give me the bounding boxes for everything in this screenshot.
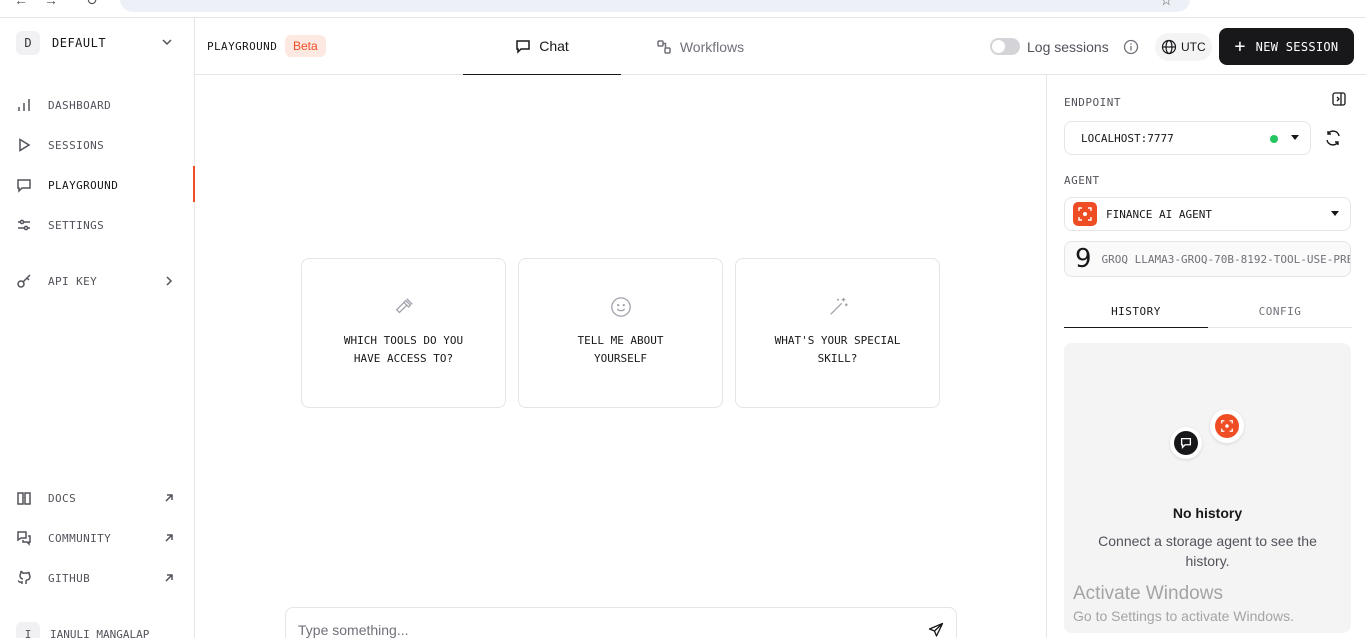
endpoint-label: ENDPOINT xyxy=(1064,96,1121,109)
model-field: 9 GROQ LLAMA3-GROQ-70B-8192-TOOL-USE-PRE… xyxy=(1064,241,1351,277)
message-input[interactable] xyxy=(298,622,898,638)
chat-avatar xyxy=(1170,427,1202,459)
agent-label: AGENT xyxy=(1064,174,1100,187)
panel-collapse-icon[interactable] xyxy=(1331,91,1347,107)
tab-workflows-label: Workflows xyxy=(679,38,745,55)
sidebar-link-docs[interactable]: DOCS xyxy=(16,486,181,510)
key-icon xyxy=(17,274,31,288)
agent-value: FINANCE AI AGENT xyxy=(1106,207,1212,221)
sidebar-item-label: SETTINGS xyxy=(48,218,105,232)
back-icon[interactable]: ← xyxy=(14,0,28,8)
settings-panel: ENDPOINT LOCALHOST:7777 AGENT FINANCE AI… xyxy=(1046,75,1366,638)
send-icon[interactable] xyxy=(928,622,944,638)
timezone-selector[interactable]: UTC xyxy=(1155,33,1212,61)
messages-icon xyxy=(17,531,31,546)
workspace-selector[interactable]: D DEFAULT xyxy=(16,31,181,55)
sidebar-item-label: SESSIONS xyxy=(48,138,105,152)
address-bar[interactable] xyxy=(120,0,1190,12)
tab-history[interactable]: HISTORY xyxy=(1064,295,1208,328)
endpoint-value: LOCALHOST:7777 xyxy=(1081,131,1174,145)
sidebar-item-api-key[interactable]: API KEY xyxy=(16,269,181,293)
chat-bubble-icon xyxy=(516,40,530,54)
endpoint-select[interactable]: LOCALHOST:7777 xyxy=(1064,121,1311,155)
caret-down-icon xyxy=(1331,211,1339,216)
suggestion-card[interactable]: TELL ME ABOUT YOURSELF xyxy=(518,258,723,408)
workspace-name: DEFAULT xyxy=(52,36,107,50)
workspace-avatar: D xyxy=(16,31,40,55)
sidebar-link-github[interactable]: GITHUB xyxy=(16,566,181,590)
sidebar-item-label: DASHBOARD xyxy=(48,98,112,112)
forward-icon[interactable]: → xyxy=(44,0,58,8)
log-sessions-label: Log sessions xyxy=(1027,39,1109,55)
external-arrow-icon xyxy=(165,534,173,542)
bar-chart-icon xyxy=(18,99,30,111)
sidebar-link-label: GITHUB xyxy=(48,571,91,585)
chevron-right-icon xyxy=(166,276,173,286)
agent-avatar xyxy=(1210,409,1244,443)
status-dot xyxy=(1270,135,1278,143)
new-session-button[interactable]: + NEW SESSION xyxy=(1219,28,1354,65)
user-menu[interactable]: I IANULI MANGALAP xyxy=(16,622,181,638)
chat-icon xyxy=(1180,437,1192,449)
hammer-icon xyxy=(395,298,413,314)
agent-icon xyxy=(1221,420,1233,432)
suggestion-card[interactable]: WHICH TOOLS DO YOU HAVE ACCESS TO? xyxy=(301,258,506,408)
agent-icon xyxy=(1073,202,1097,226)
empty-state-title: No history xyxy=(1172,505,1243,521)
play-icon xyxy=(19,138,31,152)
chat-area: WHICH TOOLS DO YOU HAVE ACCESS TO? TELL … xyxy=(195,75,1046,638)
refresh-icon[interactable] xyxy=(1324,129,1342,147)
browser-toolbar: ← → ↻ ☆ xyxy=(0,0,1366,18)
empty-state-description: Connect a storage agent to see the histo… xyxy=(1098,533,1317,569)
bookmark-star-icon[interactable]: ☆ xyxy=(1160,0,1173,9)
sidebar-item-sessions[interactable]: SESSIONS xyxy=(16,133,181,157)
new-session-label: NEW SESSION xyxy=(1255,39,1339,54)
suggestion-label: WHICH TOOLS DO YOU HAVE ACCESS TO? xyxy=(343,334,464,365)
message-square-icon xyxy=(17,179,31,193)
user-avatar: I xyxy=(16,622,40,638)
suggestion-label: WHAT'S YOUR SPECIAL SKILL? xyxy=(774,334,901,365)
log-sessions-toggle[interactable] xyxy=(990,38,1020,55)
sidebar-item-settings[interactable]: SETTINGS xyxy=(16,213,181,237)
sidebar-link-community[interactable]: COMMUNITY xyxy=(16,526,181,550)
tab-config[interactable]: CONFIG xyxy=(1208,295,1352,328)
sidebar-item-label: PLAYGROUND xyxy=(48,178,119,192)
magic-wand-icon xyxy=(829,297,848,315)
caret-down-icon xyxy=(1291,135,1299,140)
github-icon xyxy=(17,570,31,584)
chevron-down-icon xyxy=(162,39,172,46)
info-icon[interactable] xyxy=(1123,39,1139,55)
workflow-icon xyxy=(657,39,671,54)
activation-watermark-subtitle: Go to Settings to activate Windows. xyxy=(1073,608,1294,624)
agent-select[interactable]: FINANCE AI AGENT xyxy=(1064,197,1351,231)
smile-icon xyxy=(610,297,631,317)
sidebar-link-label: COMMUNITY xyxy=(48,531,112,545)
tab-chat[interactable]: Chat xyxy=(463,18,621,75)
book-icon xyxy=(17,492,31,505)
tab-chat-label: Chat xyxy=(539,38,569,54)
model-value: GROQ LLAMA3-GROQ-70B-8192-TOOL-USE-PREVI… xyxy=(1101,252,1350,266)
suggestion-label: TELL ME ABOUT YOURSELF xyxy=(577,334,664,365)
sidebar: D DEFAULT DASHBOARD SESSIONS PLAYGROUND … xyxy=(0,18,195,638)
reload-icon[interactable]: ↻ xyxy=(86,0,98,9)
sidebar-link-label: DOCS xyxy=(48,491,77,505)
sliders-icon xyxy=(18,219,30,231)
sidebar-item-dashboard[interactable]: DASHBOARD xyxy=(16,93,181,117)
plus-icon: + xyxy=(1234,35,1246,57)
user-name: IANULI MANGALAP xyxy=(50,627,150,638)
sidebar-item-playground[interactable]: PLAYGROUND xyxy=(16,173,181,197)
beta-badge: Beta xyxy=(285,35,326,57)
timezone-label: UTC xyxy=(1181,40,1206,54)
tab-workflows[interactable]: Workflows xyxy=(621,18,779,75)
page-title: PLAYGROUND xyxy=(207,40,278,53)
sidebar-item-label: API KEY xyxy=(48,274,98,288)
top-header: PLAYGROUND Beta Chat Workflows Log sessi… xyxy=(195,18,1366,75)
groq-logo-icon: 9 xyxy=(1075,244,1092,274)
globe-icon xyxy=(1161,39,1177,55)
suggestion-card[interactable]: WHAT'S YOUR SPECIAL SKILL? xyxy=(735,258,940,408)
message-composer[interactable] xyxy=(285,607,957,638)
activation-watermark-title: Activate Windows xyxy=(1073,583,1223,604)
external-arrow-icon xyxy=(165,574,173,582)
external-arrow-icon xyxy=(165,494,173,502)
